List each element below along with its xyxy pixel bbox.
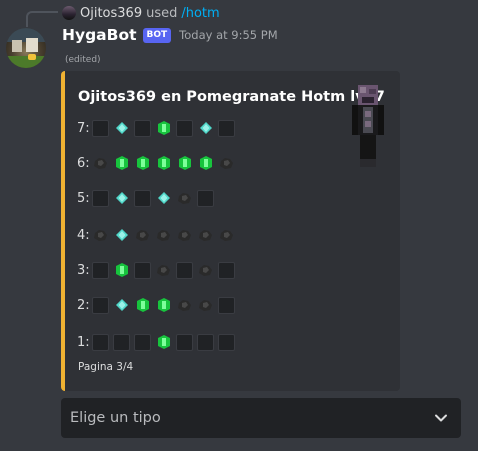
hotm-row-label: 4: (77, 227, 90, 243)
empty-slot (113, 333, 130, 351)
chevron-down-icon (435, 414, 447, 422)
reply-command[interactable]: /hotm (181, 6, 219, 21)
empty-slot (176, 333, 193, 351)
emerald-icon (155, 297, 172, 314)
player-skin-thumbnail[interactable] (350, 85, 386, 169)
coal-icon (218, 227, 235, 244)
diamond-icon (113, 190, 130, 207)
empty-slot (92, 189, 109, 207)
coal-icon (197, 297, 214, 314)
coal-icon (176, 297, 193, 314)
hotm-row: 4: (77, 224, 239, 246)
reply-reference[interactable]: Ojitos369 used /hotm (62, 4, 220, 22)
empty-slot (197, 189, 214, 207)
reply-username[interactable]: Ojitos369 (80, 6, 142, 21)
emerald-icon (155, 120, 172, 137)
coal-icon (155, 262, 172, 279)
diamond-icon (113, 227, 130, 244)
hotm-row-label: 7: (77, 120, 90, 136)
empty-slot (176, 261, 193, 279)
coal-icon (197, 262, 214, 279)
hotm-row-label: 2: (77, 297, 90, 313)
empty-slot (92, 333, 109, 351)
empty-slot (134, 189, 151, 207)
hotm-row: 5: (77, 187, 218, 209)
empty-slot (218, 261, 235, 279)
embed-footer: Pagina 3/4 (78, 361, 134, 373)
reply-connector (26, 11, 58, 27)
author-name[interactable]: HygaBot (62, 26, 137, 44)
reply-avatar[interactable] (62, 6, 76, 20)
coal-icon (218, 155, 235, 172)
coal-icon (176, 190, 193, 207)
hotm-row: 3: (77, 259, 239, 281)
empty-slot (134, 333, 151, 351)
embed-title: Ojitos369 en Pomegranate Hotm lvl 7 (78, 89, 385, 105)
emerald-icon (134, 155, 151, 172)
hotm-row: 7: (77, 117, 239, 139)
edited-label: (edited) (65, 55, 101, 65)
hotm-row-label: 3: (77, 262, 90, 278)
diamond-icon (197, 120, 214, 137)
empty-slot (218, 119, 235, 137)
empty-slot (218, 333, 235, 351)
message-timestamp[interactable]: Today at 9:55 PM (179, 28, 277, 42)
coal-icon (197, 227, 214, 244)
hotm-row-label: 6: (77, 155, 90, 171)
empty-slot (218, 296, 235, 314)
message-header: HygaBot BOT Today at 9:55 PM (62, 26, 278, 44)
emerald-icon (197, 155, 214, 172)
emerald-icon (113, 155, 130, 172)
hotm-row-label: 5: (77, 190, 90, 206)
empty-slot (134, 261, 151, 279)
empty-slot (92, 119, 109, 137)
empty-slot (134, 119, 151, 137)
bot-avatar[interactable] (6, 28, 46, 68)
emerald-icon (113, 262, 130, 279)
empty-slot (176, 119, 193, 137)
select-placeholder: Elige un tipo (70, 410, 161, 426)
hotm-row: 6: (77, 152, 239, 174)
hotm-row-label: 1: (77, 334, 90, 350)
coal-icon (92, 155, 109, 172)
empty-slot (197, 333, 214, 351)
emerald-icon (134, 297, 151, 314)
coal-icon (155, 227, 172, 244)
hotm-row: 2: (77, 294, 239, 316)
emerald-icon (176, 155, 193, 172)
type-select-dropdown[interactable]: Elige un tipo (61, 398, 461, 438)
embed-card: Ojitos369 en Pomegranate Hotm lvl 7 7: 6:… (61, 71, 400, 391)
empty-slot (92, 261, 109, 279)
diamond-icon (113, 297, 130, 314)
coal-icon (134, 227, 151, 244)
hotm-row: 1: (77, 331, 239, 353)
diamond-icon (155, 190, 172, 207)
coal-icon (92, 227, 109, 244)
emerald-icon (155, 155, 172, 172)
diamond-icon (113, 120, 130, 137)
bot-tag: BOT (142, 27, 172, 43)
empty-slot (92, 296, 109, 314)
coal-icon (176, 227, 193, 244)
emerald-icon (155, 334, 172, 351)
reply-used-text: used (146, 5, 178, 21)
